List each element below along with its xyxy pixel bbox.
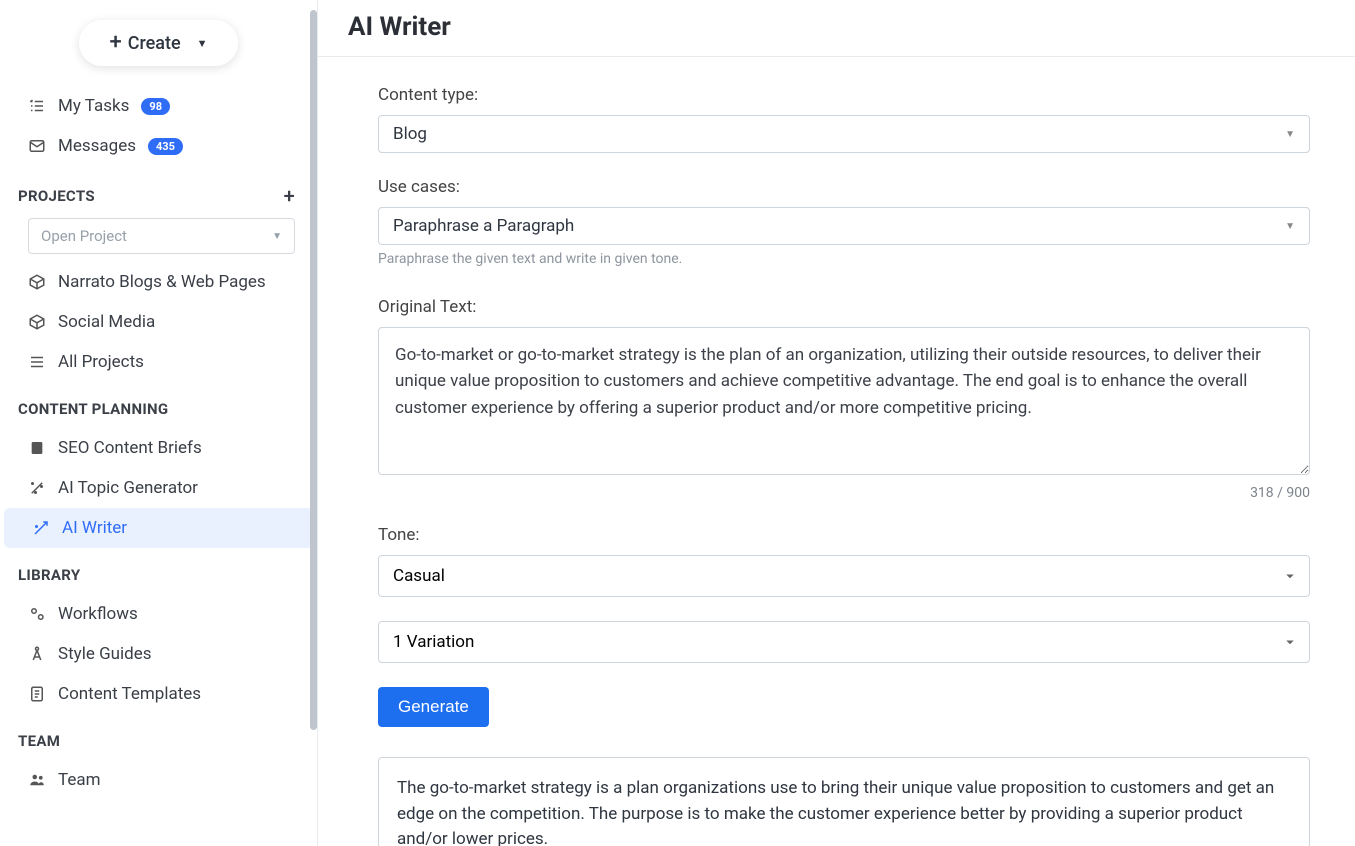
magic-wand-icon [32,519,50,537]
section-title: TEAM [18,732,60,750]
sidebar-item-team[interactable]: Team [0,760,317,800]
sidebar-item-label: Team [58,770,101,790]
content-type-select[interactable]: Blog ▼ [378,115,1310,153]
sidebar-item-my-tasks[interactable]: My Tasks 98 [0,86,317,126]
use-cases-value: Paraphrase a Paragraph [393,216,574,236]
open-project-placeholder: Open Project [41,227,127,245]
original-text-input[interactable]: Go-to-market or go-to-market strategy is… [378,327,1310,475]
sidebar-item-label: Content Templates [58,684,201,704]
sidebar-item-content-templates[interactable]: Content Templates [0,674,317,714]
sidebar-scrollbar[interactable] [309,0,317,846]
result-text: The go-to-market strategy is a plan orga… [397,776,1291,846]
sidebar-item-style-guides[interactable]: Style Guides [0,634,317,674]
content-type-label: Content type: [378,85,1310,105]
section-title: PROJECTS [18,187,95,205]
chevron-down-icon: ▼ [1285,221,1295,232]
sidebar-item-workflows[interactable]: Workflows [0,594,317,634]
sidebar-item-label: Social Media [58,312,155,332]
sidebar-item-label: SEO Content Briefs [58,438,202,458]
section-header-projects: PROJECTS + [0,166,317,218]
create-label: Create [128,33,181,54]
sidebar: + Create ▼ My Tasks 98 Messages 435 PROJ… [0,0,318,846]
sidebar-item-label: AI Writer [62,518,127,538]
chevron-down-icon: ▼ [1285,129,1295,140]
sidebar-item-social-media[interactable]: Social Media [0,302,317,342]
sidebar-item-label: Messages [58,136,136,156]
sidebar-item-label: My Tasks [58,96,129,116]
section-title: CONTENT PLANNING [18,400,168,418]
sidebar-item-label: All Projects [58,352,144,372]
section-header-team: TEAM [0,714,317,760]
menu-icon [28,353,46,371]
use-cases-label: Use cases: [378,177,1310,197]
generate-button[interactable]: Generate [378,687,489,727]
wand-sparkle-icon [28,479,46,497]
section-header-library: LIBRARY [0,548,317,594]
cube-icon [28,313,46,331]
main-content: AI Writer Content type: Blog ▼ Use cases… [318,0,1355,846]
gears-icon [28,605,46,623]
sidebar-item-label: AI Topic Generator [58,478,198,498]
sidebar-item-ai-writer[interactable]: AI Writer [4,508,313,548]
document-icon [28,685,46,703]
result-box: The go-to-market strategy is a plan orga… [378,757,1310,846]
open-project-select[interactable]: Open Project ▼ [28,218,295,254]
chevron-down-icon: ▼ [197,37,208,50]
scrollbar-thumb[interactable] [310,10,317,730]
envelope-icon [28,137,46,155]
badge-count: 435 [148,138,183,155]
use-cases-select[interactable]: Paraphrase a Paragraph ▼ [378,207,1310,245]
content-type-value: Blog [393,124,427,144]
variation-select[interactable]: 1 Variation [378,621,1310,663]
sidebar-item-ai-topic-generator[interactable]: AI Topic Generator [0,468,317,508]
section-title: LIBRARY [18,566,80,584]
note-icon [28,439,46,457]
sidebar-item-seo-briefs[interactable]: SEO Content Briefs [0,428,317,468]
sidebar-item-label: Narrato Blogs & Web Pages [58,272,266,292]
sidebar-item-all-projects[interactable]: All Projects [0,342,317,382]
original-text-label: Original Text: [378,297,1310,317]
people-icon [28,771,46,789]
use-cases-helper: Paraphrase the given text and write in g… [378,251,1310,267]
sidebar-item-label: Style Guides [58,644,152,664]
char-count: 318 / 900 [378,485,1310,501]
section-header-content-planning: CONTENT PLANNING [0,382,317,428]
compass-icon [28,645,46,663]
sidebar-item-narrato-blogs[interactable]: Narrato Blogs & Web Pages [0,262,317,302]
checklist-icon [28,97,46,115]
sidebar-item-messages[interactable]: Messages 435 [0,126,317,166]
add-project-icon[interactable]: + [284,184,295,208]
badge-count: 98 [141,98,170,115]
chevron-down-icon: ▼ [272,231,282,242]
tone-select[interactable]: Casual [378,555,1310,597]
create-button[interactable]: + Create ▼ [79,20,237,66]
plus-icon: + [109,32,121,54]
sidebar-item-label: Workflows [58,604,138,624]
page-title: AI Writer [318,0,1355,57]
tone-label: Tone: [378,525,1310,545]
cube-icon [28,273,46,291]
